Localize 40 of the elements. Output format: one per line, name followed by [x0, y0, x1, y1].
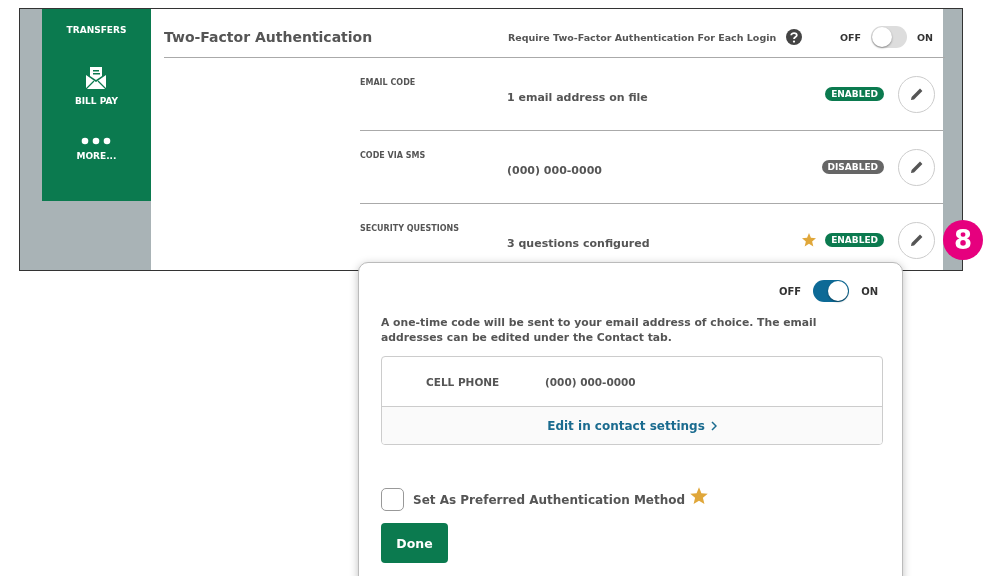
sidebar-item[interactable]: MORE... [76, 151, 117, 161]
done-button[interactable]: Done [381, 523, 448, 563]
sidebar-item[interactable]: BILL PAY [74, 96, 119, 106]
status-badge: DISABLED [821, 160, 884, 174]
on-label: ON [916, 31, 933, 43]
status-badge: ENABLED [825, 87, 884, 101]
contact-value: (000) 000-0000 [545, 375, 636, 388]
off-label: OFF [778, 285, 802, 297]
method-value: (000) 000-0000 [507, 163, 602, 177]
star-icon [801, 232, 818, 248]
pencil-icon [908, 232, 925, 248]
star-icon [689, 485, 710, 506]
callout-badge: 8 [943, 220, 983, 260]
method-value: 3 questions configured [507, 236, 650, 250]
toggle-switch[interactable] [870, 26, 907, 48]
checkbox-label: Set As Preferred Authentication Method [413, 492, 686, 507]
section-title: Two-Factor Authentication [164, 29, 374, 45]
edit-button[interactable] [898, 75, 935, 113]
contact-label: CELL PHONE [426, 375, 501, 388]
chevron-icon [710, 420, 717, 431]
method-label: EMAIL CODE [360, 78, 416, 87]
method-value: 1 email address on file [507, 90, 648, 104]
checkbox[interactable] [381, 488, 404, 511]
description-text: A one-time code will be sent to your email address of choice. The email addresses can be edited under the Contact tab. [381, 315, 818, 345]
contact-settings-link[interactable]: Edit in contact settings [547, 418, 717, 433]
edit-button[interactable] [898, 148, 935, 186]
sidebar-item[interactable]: TRANSFERS [66, 25, 127, 35]
on-label: ON [861, 285, 878, 297]
off-label: OFF [839, 31, 861, 43]
status-badge: ENABLED [825, 233, 884, 247]
envelope-icon [85, 66, 108, 90]
edit-button[interactable] [898, 221, 935, 259]
more-icon [81, 137, 112, 145]
toggle-switch[interactable] [813, 280, 850, 302]
pencil-icon [908, 159, 925, 175]
method-label: SECURITY QUESTIONS [360, 224, 459, 233]
pencil-icon [908, 86, 925, 102]
require-label: Require Two-Factor Authentication For Each Login [508, 31, 777, 43]
method-label: CODE VIA SMS [360, 151, 426, 160]
help-icon[interactable] [786, 29, 803, 45]
